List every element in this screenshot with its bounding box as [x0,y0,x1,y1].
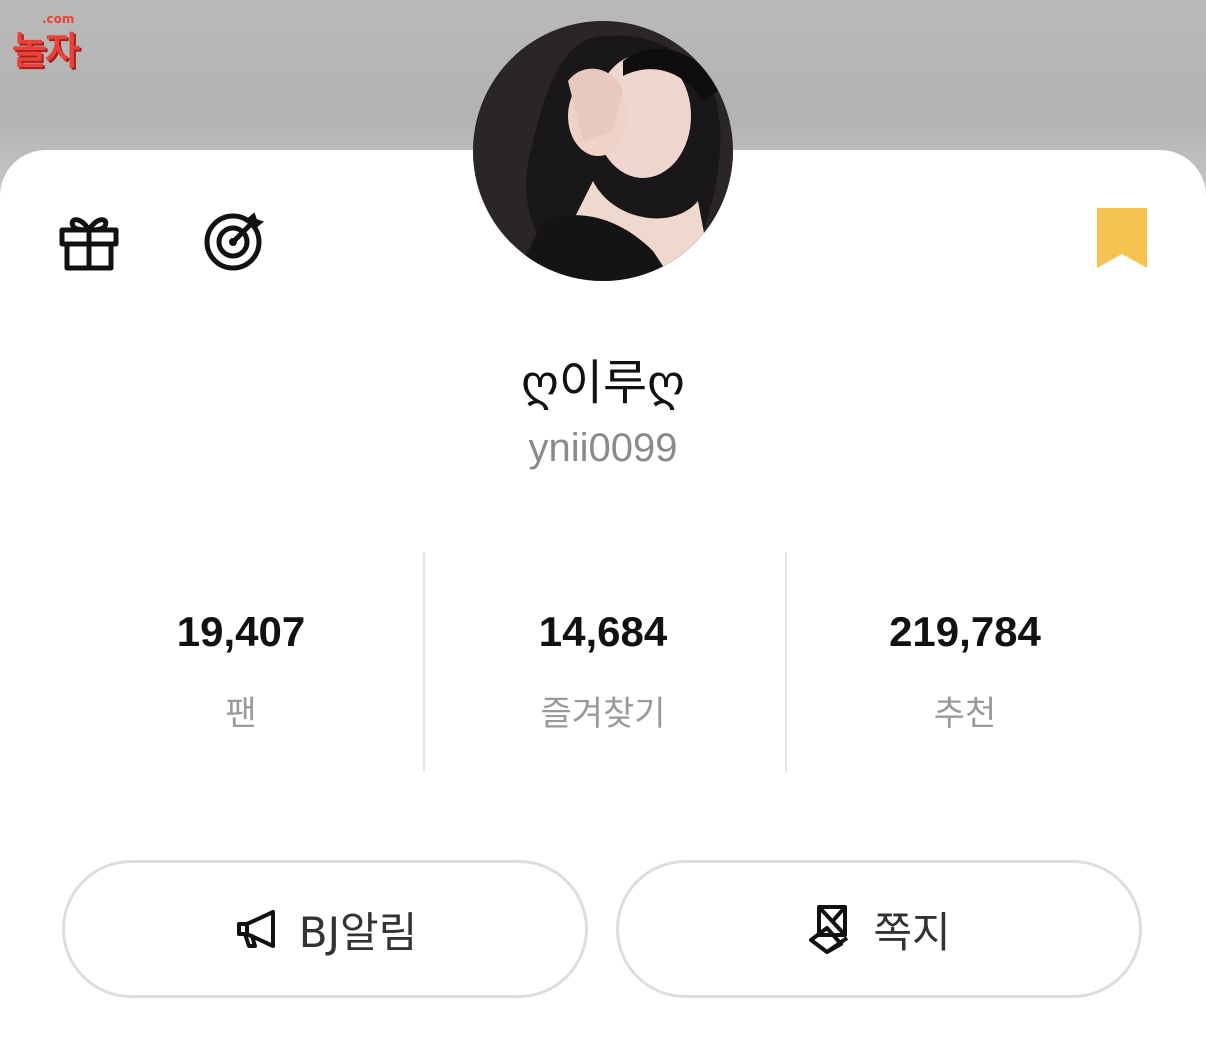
watermark-logo: 놀자 [12,29,80,73]
stat-value: 19,407 [176,608,306,655]
stat-value: 14,684 [538,608,668,655]
message-icon [807,904,857,954]
stat-label: 즐겨찾기 [540,694,666,734]
megaphone-icon [233,904,283,954]
profile-page: .com 놀자 ღ이루ღ ynii0099 19,407 팬 14,684 즐겨… [0,0,1206,1041]
stat-recommend[interactable]: 219,784 추천 [784,552,1146,772]
profile-user-id: ynii0099 [528,426,678,470]
message-label: 쪽지 [873,907,951,957]
target-icon[interactable] [202,208,266,272]
avatar[interactable] [473,21,733,281]
stat-label: 추천 [933,694,997,734]
profile-name: ღ이루ღ [521,355,685,411]
bookmark-icon[interactable] [1095,206,1159,270]
stats-row: 19,407 팬 14,684 즐겨찾기 219,784 추천 [60,552,1146,772]
stat-fans[interactable]: 19,407 팬 [60,552,422,772]
bj-alarm-label: BJ알림 [298,907,418,957]
message-button[interactable]: 쪽지 [616,860,1142,998]
gift-icon[interactable] [57,208,121,272]
stat-value: 219,784 [889,608,1041,655]
stat-favorites[interactable]: 14,684 즐겨찾기 [422,552,784,772]
stat-label: 팬 [225,694,257,734]
site-watermark: .com 놀자 [12,12,152,73]
bj-alarm-button[interactable]: BJ알림 [62,860,588,998]
